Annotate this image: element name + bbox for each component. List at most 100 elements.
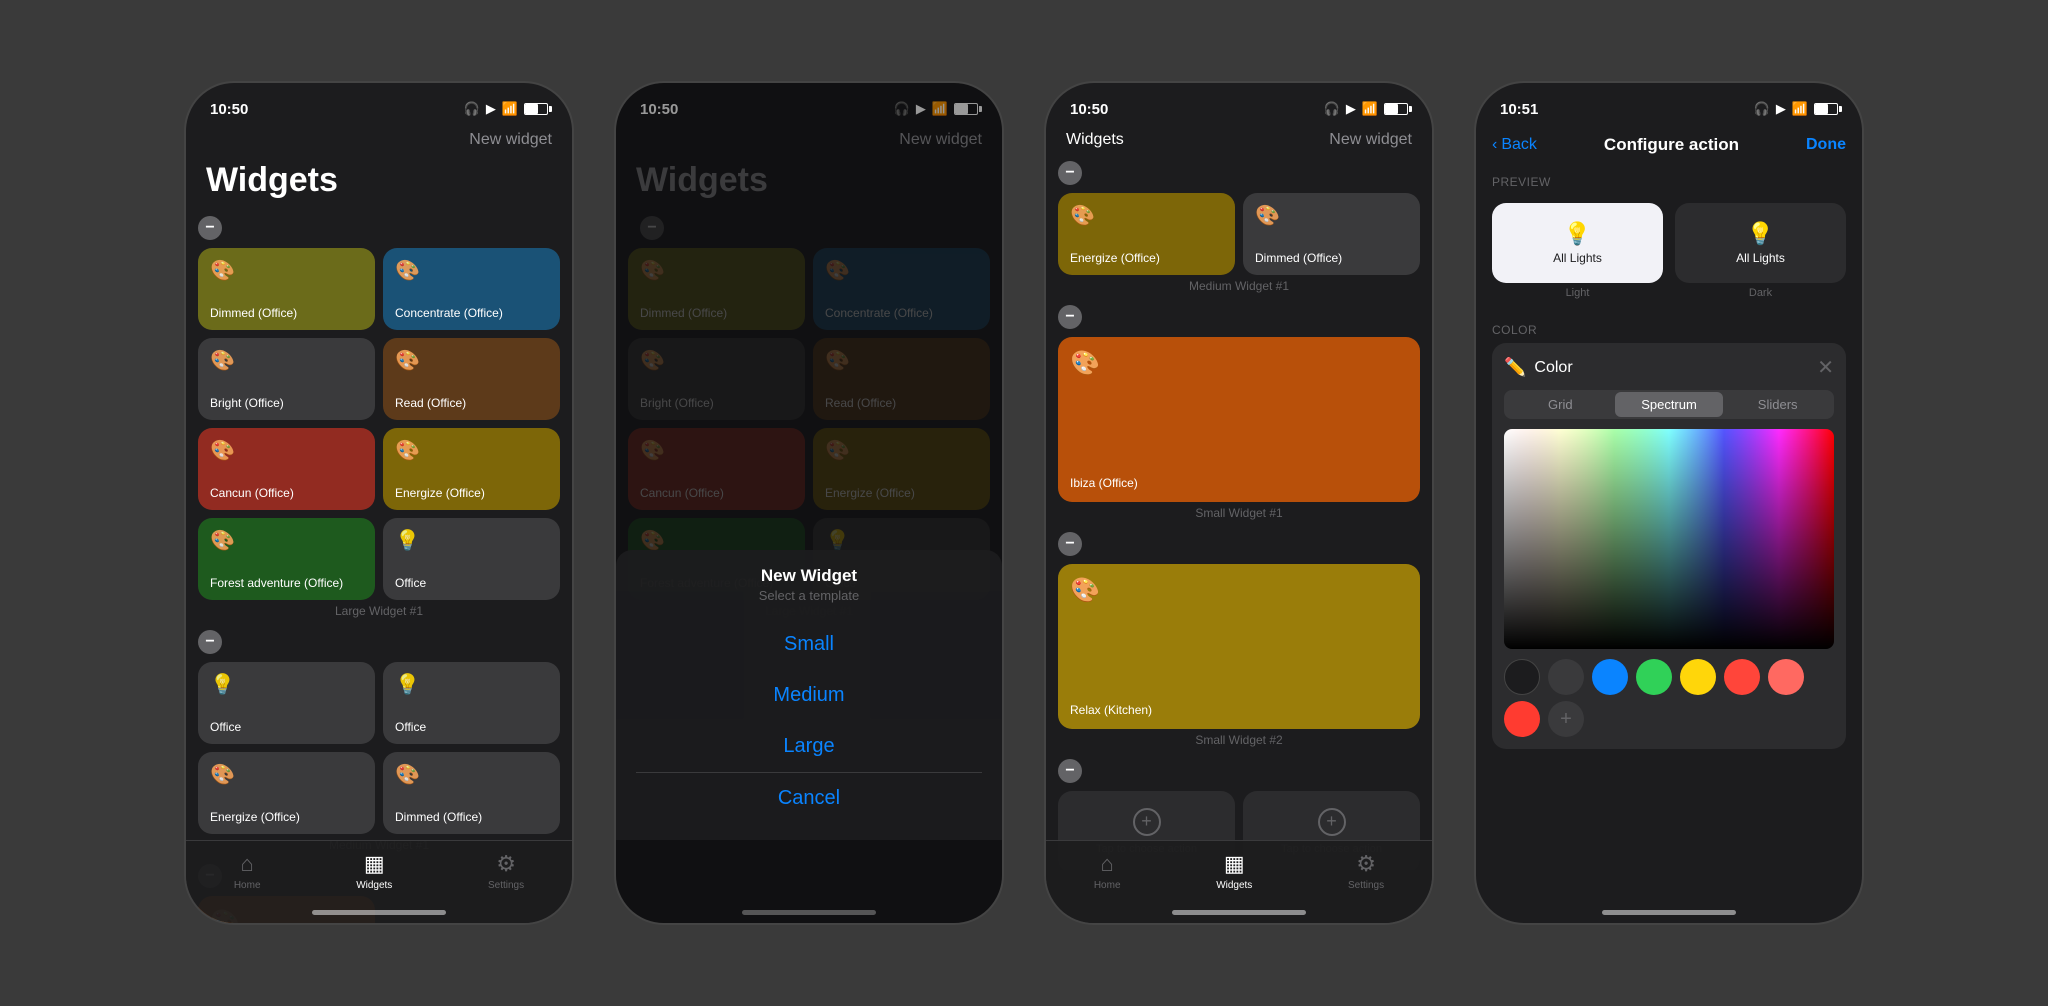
widget-cancun-office[interactable]: 🎨 Cancun (Office) (198, 428, 375, 510)
signal-icon: ▶ (1346, 101, 1356, 117)
nav-link-1[interactable]: New widget (469, 131, 552, 149)
headphone-icon: 🎧 (464, 101, 480, 117)
nav-title-3: Widgets (1066, 131, 1124, 149)
widget-icon: 🎨 (395, 348, 420, 373)
modal-subtitle: Select a template (636, 588, 982, 603)
medium-w1-section: 🎨 Energize (Office) 🎨 Dimmed (Office) Me… (1046, 193, 1432, 293)
phones-container: 10:50 🎧 ▶ 📶 New widget Widgets − 🎨 Dimme (0, 0, 2048, 1006)
swatch-red-dark[interactable] (1724, 659, 1760, 695)
widget-icon: 🎨 (395, 258, 420, 283)
minus-btn-large[interactable]: − (198, 216, 222, 240)
color-picker-title: Color (1534, 359, 1572, 377)
dark-icon: 💡 (1747, 221, 1774, 247)
widget-bright-office[interactable]: 🎨 Bright (Office) (198, 338, 375, 420)
scroll-3[interactable]: − 🎨 Energize (Office) 🎨 Dimmed (Office) … (1046, 157, 1432, 870)
done-button[interactable]: Done (1806, 136, 1846, 154)
close-button[interactable]: ✕ (1817, 355, 1834, 380)
widget-icon: 💡 (210, 672, 235, 697)
tab-settings-3[interactable]: ⚙ Settings (1348, 851, 1384, 891)
widget-icon: 🎨 (395, 438, 420, 463)
status-icons-3: 🎧 ▶ 📶 (1324, 101, 1408, 117)
widget-ibiza-p3[interactable]: 🎨 Ibiza (Office) (1058, 337, 1420, 502)
widget-read-office[interactable]: 🎨 Read (Office) (383, 338, 560, 420)
widget-energize-office[interactable]: 🎨 Energize (Office) (383, 428, 560, 510)
tab-settings-1[interactable]: ⚙ Settings (488, 851, 524, 891)
widget-icon: 🎨 (210, 762, 235, 787)
home-icon: ⌂ (1101, 851, 1114, 877)
widget-label: Office (210, 720, 241, 734)
tab-sliders[interactable]: Sliders (1723, 392, 1832, 417)
minus-btn-medium[interactable]: − (198, 630, 222, 654)
phone-4: 10:51 🎧 ▶ 📶 ‹ Back Configure action Done… (1474, 81, 1864, 925)
widget-label: Bright (Office) (210, 396, 284, 410)
preview-mode-light: Light (1492, 283, 1663, 307)
home-icon: ⌂ (241, 851, 254, 877)
tab-label: Widgets (1216, 880, 1252, 891)
widget-energize-p3[interactable]: 🎨 Energize (Office) (1058, 193, 1235, 275)
tab-home-1[interactable]: ⌂ Home (234, 851, 261, 891)
tab-label: Widgets (356, 880, 392, 891)
battery-icon (1814, 103, 1838, 115)
signal-icon: ▶ (1776, 101, 1786, 117)
home-indicator-4 (1602, 910, 1736, 915)
page-title-1: Widgets (186, 157, 572, 212)
back-button[interactable]: ‹ Back (1492, 136, 1537, 154)
tab-widgets-3[interactable]: ▦ Widgets (1216, 851, 1252, 891)
swatch-red-light[interactable] (1768, 659, 1804, 695)
modal-cancel[interactable]: Cancel (636, 772, 982, 824)
color-picker-header: ✏️ Color ✕ (1504, 355, 1834, 380)
widget-icon: 💡 (395, 672, 420, 697)
swatch-black[interactable] (1504, 659, 1540, 695)
tab-grid[interactable]: Grid (1506, 392, 1615, 417)
widget-label: Energize (Office) (210, 810, 300, 824)
widget-relax-p3[interactable]: 🎨 Relax (Kitchen) (1058, 564, 1420, 729)
widget-forest-office[interactable]: 🎨 Forest adventure (Office) (198, 518, 375, 600)
widget-office[interactable]: 💡 Office (383, 518, 560, 600)
widget-concentrate-office[interactable]: 🎨 Concentrate (Office) (383, 248, 560, 330)
widget-dimmed-m[interactable]: 🎨 Dimmed (Office) (383, 752, 560, 834)
swatch-yellow[interactable] (1680, 659, 1716, 695)
tap-add-icon: + (1318, 808, 1346, 836)
swatch-dark-gray[interactable] (1548, 659, 1584, 695)
widget-icon: 🎨 (395, 762, 420, 787)
swatch-blue[interactable] (1592, 659, 1628, 695)
tab-spectrum[interactable]: Spectrum (1615, 392, 1724, 417)
nav-link-3[interactable]: New widget (1329, 131, 1412, 149)
widget-office-m2[interactable]: 💡 Office (383, 662, 560, 744)
preview-label-dark: All Lights (1736, 251, 1785, 265)
minus-btn-sw1[interactable]: − (1058, 305, 1082, 329)
large-widget-grid: 🎨 Dimmed (Office) 🎨 Concentrate (Office)… (198, 248, 560, 600)
phone4-content: PREVIEW 💡 All Lights Light 💡 All Lights … (1476, 167, 1862, 925)
tab-widgets-1[interactable]: ▦ Widgets (356, 851, 392, 891)
widget-label: Dimmed (Office) (210, 306, 297, 320)
minus-btn-mw3[interactable]: − (1058, 759, 1082, 783)
status-bar-3: 10:50 🎧 ▶ 📶 (1046, 83, 1432, 127)
widget-energize-m[interactable]: 🎨 Energize (Office) (198, 752, 375, 834)
color-section-label: COLOR (1476, 315, 1862, 343)
swatch-green[interactable] (1636, 659, 1672, 695)
signal-icon: ▶ (486, 101, 496, 117)
light-icon: 💡 (1564, 221, 1591, 247)
modal-large[interactable]: Large (636, 721, 982, 772)
phone-2: 10:50 🎧 ▶ 📶 New widget Widgets − 🎨Dimmed… (614, 81, 1004, 925)
preview-section: 💡 All Lights Light 💡 All Lights Dark (1476, 195, 1862, 315)
battery-icon (1384, 103, 1408, 115)
modal-small[interactable]: Small (636, 619, 982, 670)
minus-btn-mw1[interactable]: − (1058, 161, 1082, 185)
tab-label: Home (234, 880, 261, 891)
widget-label: Concentrate (Office) (395, 306, 503, 320)
modal-medium[interactable]: Medium (636, 670, 982, 721)
widget-dimmed-office[interactable]: 🎨 Dimmed (Office) (198, 248, 375, 330)
swatch-red-medium[interactable] (1504, 701, 1540, 737)
widget-dimmed-p3[interactable]: 🎨 Dimmed (Office) (1243, 193, 1420, 275)
preview-light: 💡 All Lights (1492, 203, 1663, 283)
scroll-1[interactable]: − 🎨 Dimmed (Office) 🎨 Concentrate (Offic… (186, 212, 572, 925)
modal-overlay: New Widget Select a template Small Mediu… (616, 550, 1002, 840)
chevron-left-icon: ‹ (1492, 136, 1497, 154)
minus-btn-sw2[interactable]: − (1058, 532, 1082, 556)
add-swatch-button[interactable]: + (1548, 701, 1584, 737)
tab-home-3[interactable]: ⌂ Home (1094, 851, 1121, 891)
home-indicator-1 (312, 910, 446, 915)
widget-office-m1[interactable]: 💡 Office (198, 662, 375, 744)
color-spectrum[interactable] (1504, 429, 1834, 649)
